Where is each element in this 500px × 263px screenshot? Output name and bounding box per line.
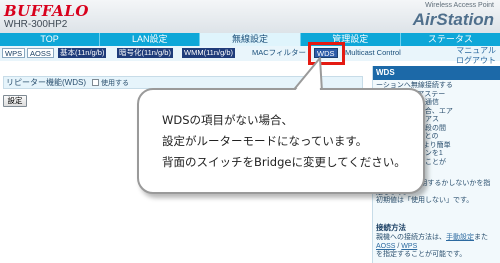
help-connection-also: また xyxy=(474,234,488,241)
help-connection-heading: 接続方法 xyxy=(376,223,406,232)
manual-setting-link[interactable]: 手動設定 xyxy=(446,234,474,241)
submit-button[interactable]: 設定 xyxy=(3,95,27,107)
subnav-aoss[interactable]: AOSS xyxy=(27,48,54,58)
callout-line-1: WDSの項目がない場合、 xyxy=(162,113,294,127)
tab-lan-settings[interactable]: LAN設定 xyxy=(100,33,201,46)
use-checkbox-label: 使用する xyxy=(101,80,129,87)
tab-wireless-settings[interactable]: 無線設定 xyxy=(200,33,301,46)
help-connection-intro: 親機への接続方法は、 xyxy=(376,234,446,241)
model-name: WHR-300HP2 xyxy=(4,19,68,30)
subnav-mac-filter[interactable]: MACフィルター xyxy=(250,48,308,58)
subnav-wps[interactable]: WPS xyxy=(2,48,26,58)
callout-line-2: 設定がルーターモードになっています。 xyxy=(162,134,368,148)
subnav-wmm[interactable]: WMM(11n/g/b) xyxy=(182,48,236,58)
sub-nav: WPS AOSS 基本(11n/g/b) 暗号化(11n/g/b) WMM(11… xyxy=(0,46,500,61)
help-title: WDS xyxy=(373,66,500,80)
help-connection-text: 親機への接続方法は、手動設定また AOSS / WPS を指定することが可能です。 xyxy=(376,234,500,260)
tab-top[interactable]: TOP xyxy=(0,33,101,46)
tab-status[interactable]: ステータス xyxy=(401,33,500,46)
header-links: マニュアル ログアウト xyxy=(456,46,496,66)
use-checkbox[interactable] xyxy=(92,79,99,86)
subnav-encryption[interactable]: 暗号化(11n/g/b) xyxy=(117,48,173,58)
buffalo-logo: BUFFALO xyxy=(4,2,89,20)
airstation-logo: AirStation xyxy=(412,10,494,29)
callout-message: WDSの項目がない場合、 設定がルーターモードになっています。 背面のスイッチを… xyxy=(162,110,424,173)
callout-line-3: 背面のスイッチをBridgeに変更してください。 xyxy=(162,155,406,169)
wds-highlight-box xyxy=(308,42,345,65)
logout-link[interactable]: ログアウト xyxy=(456,56,496,66)
app-header: BUFFALO WHR-300HP2 Wireless Access Point… xyxy=(0,0,500,33)
aoss-link[interactable]: AOSS xyxy=(376,243,395,250)
subnav-basic[interactable]: 基本(11n/g/b) xyxy=(58,48,107,58)
subnav-multicast-control[interactable]: Multicast Control xyxy=(343,48,403,58)
wps-link[interactable]: WPS xyxy=(401,243,417,250)
brand-subtitle: Wireless Access Point xyxy=(425,2,494,9)
repeater-label: リピーター機能(WDS) xyxy=(6,78,86,87)
manual-link[interactable]: マニュアル xyxy=(456,46,496,56)
help-connection-end: を指定することが可能です。 xyxy=(376,251,467,258)
main-nav: TOP LAN設定 無線設定 管理設定 ステータス xyxy=(0,33,500,46)
